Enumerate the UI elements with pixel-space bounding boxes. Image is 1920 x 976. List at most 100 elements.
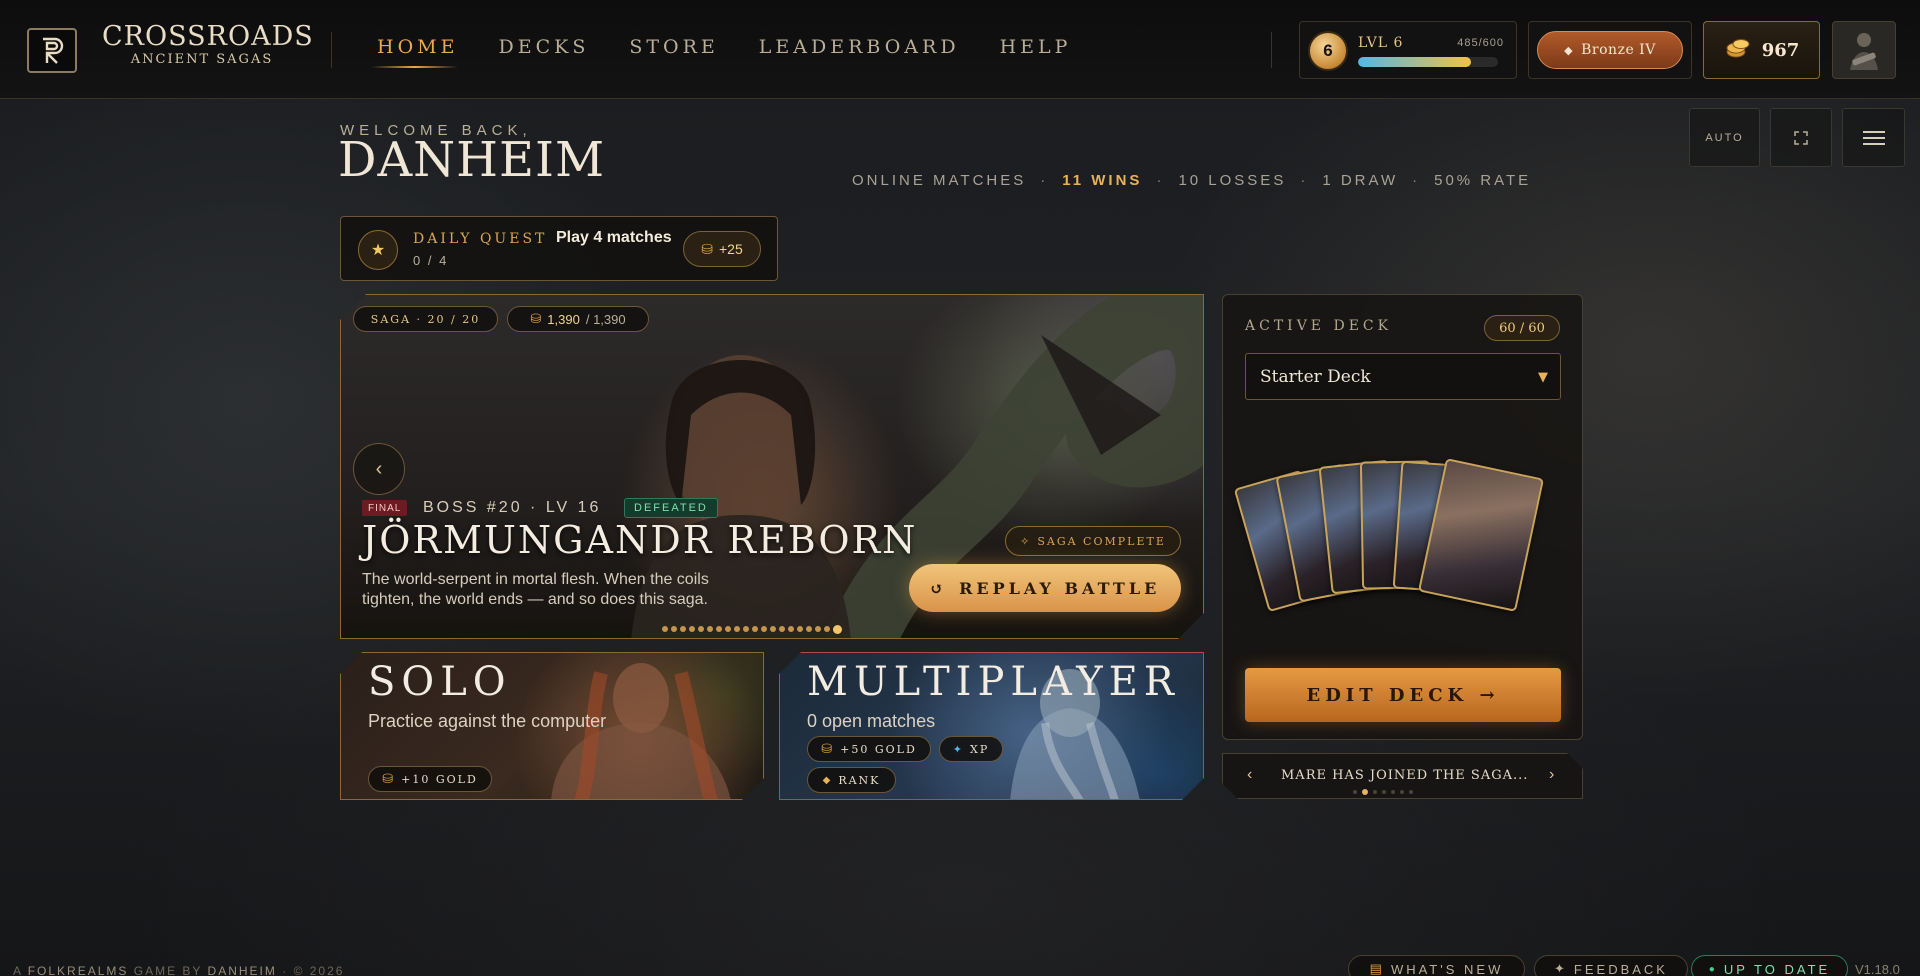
player-name: DANHEIM <box>338 132 606 188</box>
auto-button[interactable]: AUTO <box>1689 108 1760 167</box>
footer-credits: A FOLKREALMS GAME BY DANHEIM · © 2026 <box>13 964 344 976</box>
active-deck-label: ACTIVE DECK <box>1245 318 1393 334</box>
solo-reward: +10 GOLD <box>401 772 478 786</box>
caret-down-icon: ▼ <box>1538 370 1548 385</box>
news-pagination-dot[interactable] <box>1362 789 1368 795</box>
multiplayer-mode-card[interactable]: MULTIPLAYER 0 open matches ⛁ +50 GOLD ✦ … <box>779 652 1204 800</box>
deck-select-value: Starter Deck <box>1260 366 1371 387</box>
news-text[interactable]: MARE HAS JOINED THE SAGA... <box>1281 768 1528 783</box>
deck-select[interactable]: Starter Deck ▼ <box>1245 353 1561 400</box>
daily-quest[interactable]: ★ DAILY QUEST Play 4 matches 0 / 4 ⛁ +25 <box>340 216 778 281</box>
menu-button[interactable] <box>1842 108 1905 167</box>
quest-reward-value: +25 <box>718 241 743 257</box>
rank-badge: ◆ Bronze IV <box>1537 31 1683 69</box>
news-pagination-dot[interactable] <box>1373 790 1377 794</box>
news-pagination-dot[interactable] <box>1382 790 1386 794</box>
separator: · <box>1156 172 1165 189</box>
multiplayer-rank-pill: ◆ RANK <box>807 767 896 793</box>
version-label: V1.18.0 <box>1855 962 1900 976</box>
multiplayer-title: MULTIPLAYER <box>807 659 1180 705</box>
multiplayer-xp-pill: ✦ XP <box>939 736 1003 762</box>
news-pagination-dot[interactable] <box>1400 790 1404 794</box>
saga-hero <box>340 294 1204 639</box>
news-pagination <box>1353 790 1413 795</box>
xp-text: 485/600 <box>1457 37 1504 49</box>
coins-icon: ⛁ <box>701 240 713 257</box>
solo-title: SOLO <box>368 659 512 705</box>
multiplayer-rank-reward: RANK <box>838 773 881 787</box>
rank-widget[interactable]: ◆ Bronze IV <box>1528 21 1692 79</box>
footer-prefix: A <box>13 964 23 976</box>
serpent-artwork <box>341 295 1204 639</box>
divider <box>1271 32 1272 68</box>
level-widget[interactable]: 6 LVL 6 485/600 <box>1299 21 1517 79</box>
solo-reward-pill: ⛁ +10 GOLD <box>368 766 492 792</box>
update-status: ● UP TO DATE <box>1691 955 1848 976</box>
whats-new-button[interactable]: ▤ WHAT'S NEW <box>1348 955 1525 976</box>
quest-label: DAILY QUEST <box>413 231 548 247</box>
edit-deck-button[interactable]: EDIT DECK → <box>1245 668 1561 722</box>
update-status-label: UP TO DATE <box>1723 961 1831 976</box>
footer-studio-link[interactable]: FOLKREALMS <box>28 964 129 976</box>
gold-amount: 967 <box>1761 39 1800 61</box>
multiplayer-gold-reward: +50 GOLD <box>840 742 917 756</box>
nav-store[interactable]: STORE <box>629 36 718 58</box>
news-next-button[interactable]: › <box>1549 766 1554 784</box>
xp-bar-fill <box>1358 57 1472 67</box>
nav-leaderboard[interactable]: LEADERBOARD <box>759 36 960 58</box>
news-ticker: ‹ MARE HAS JOINED THE SAGA... › <box>1222 753 1583 799</box>
footer-author-link[interactable]: DANHEIM <box>208 964 277 976</box>
quest-progress: 0 / 4 <box>413 253 449 268</box>
rank-label: Bronze IV <box>1581 42 1656 58</box>
solo-description: Practice against the computer <box>368 711 607 731</box>
hamburger-icon <box>1862 130 1885 145</box>
coins-icon: ⛁ <box>382 771 396 787</box>
separator: · <box>1040 172 1049 189</box>
stats-online-label: ONLINE MATCHES <box>852 172 1027 189</box>
stats-rate: 50% RATE <box>1434 172 1532 189</box>
diamond-icon: ◆ <box>1564 43 1574 57</box>
xp-bar <box>1358 57 1498 67</box>
brand-title: CROSSROADS <box>102 21 314 52</box>
separator: · <box>1300 172 1309 189</box>
coins-icon: ⛁ <box>821 741 835 757</box>
match-stats: ONLINE MATCHES · 11 WINS · 10 LOSSES · 1… <box>852 172 1531 189</box>
brand[interactable]: CROSSROADS ANCIENT SAGAS <box>102 21 314 68</box>
coins-icon <box>1724 34 1752 67</box>
star-icon: ★ <box>358 230 398 270</box>
nav-home[interactable]: HOME <box>370 36 459 68</box>
divider <box>331 32 332 68</box>
status-dot-icon: ● <box>1708 963 1718 975</box>
stats-losses: 10 LOSSES <box>1178 172 1287 189</box>
feedback-label: FEEDBACK <box>1573 961 1668 976</box>
avatar[interactable] <box>1832 21 1896 79</box>
deck-card-fan[interactable] <box>1233 455 1561 615</box>
active-deck-panel: ACTIVE DECK 60 / 60 Starter Deck ▼ EDIT … <box>1222 294 1583 740</box>
scroll-icon: ▤ <box>1369 961 1385 976</box>
level-label: LVL 6 <box>1358 35 1404 51</box>
nav-help[interactable]: HELP <box>1000 36 1072 58</box>
gold-widget[interactable]: 967 <box>1703 21 1820 79</box>
fullscreen-icon <box>1794 130 1808 145</box>
fullscreen-button[interactable] <box>1770 108 1832 167</box>
separator: · <box>1412 172 1421 189</box>
news-prev-button[interactable]: ‹ <box>1247 766 1252 784</box>
diamond-icon: ◆ <box>822 774 833 786</box>
news-pagination-dot[interactable] <box>1391 790 1395 794</box>
solo-mode-card[interactable]: SOLO Practice against the computer ⛁ +10… <box>340 652 764 800</box>
level-badge: 6 <box>1308 31 1348 71</box>
brand-subtitle: ANCIENT SAGAS <box>130 52 274 67</box>
news-pagination-dot[interactable] <box>1353 790 1357 794</box>
footer-year: · © 2026 <box>282 964 345 976</box>
nav-decks[interactable]: DECKS <box>498 36 589 58</box>
sparkle-icon: ✦ <box>952 742 964 756</box>
stats-wins: 11 WINS <box>1062 172 1143 189</box>
feedback-button[interactable]: ✦ FEEDBACK <box>1534 955 1688 976</box>
news-pagination-dot[interactable] <box>1409 790 1413 794</box>
footer-middle: GAME BY <box>133 964 203 976</box>
multiplayer-gold-pill: ⛁ +50 GOLD <box>807 736 931 762</box>
main-nav: HOME DECKS STORE LEADERBOARD HELP <box>370 36 1111 68</box>
quest-reward: ⛁ +25 <box>683 231 761 267</box>
logo-icon[interactable] <box>27 28 77 73</box>
multiplayer-description: 0 open matches <box>807 711 936 731</box>
